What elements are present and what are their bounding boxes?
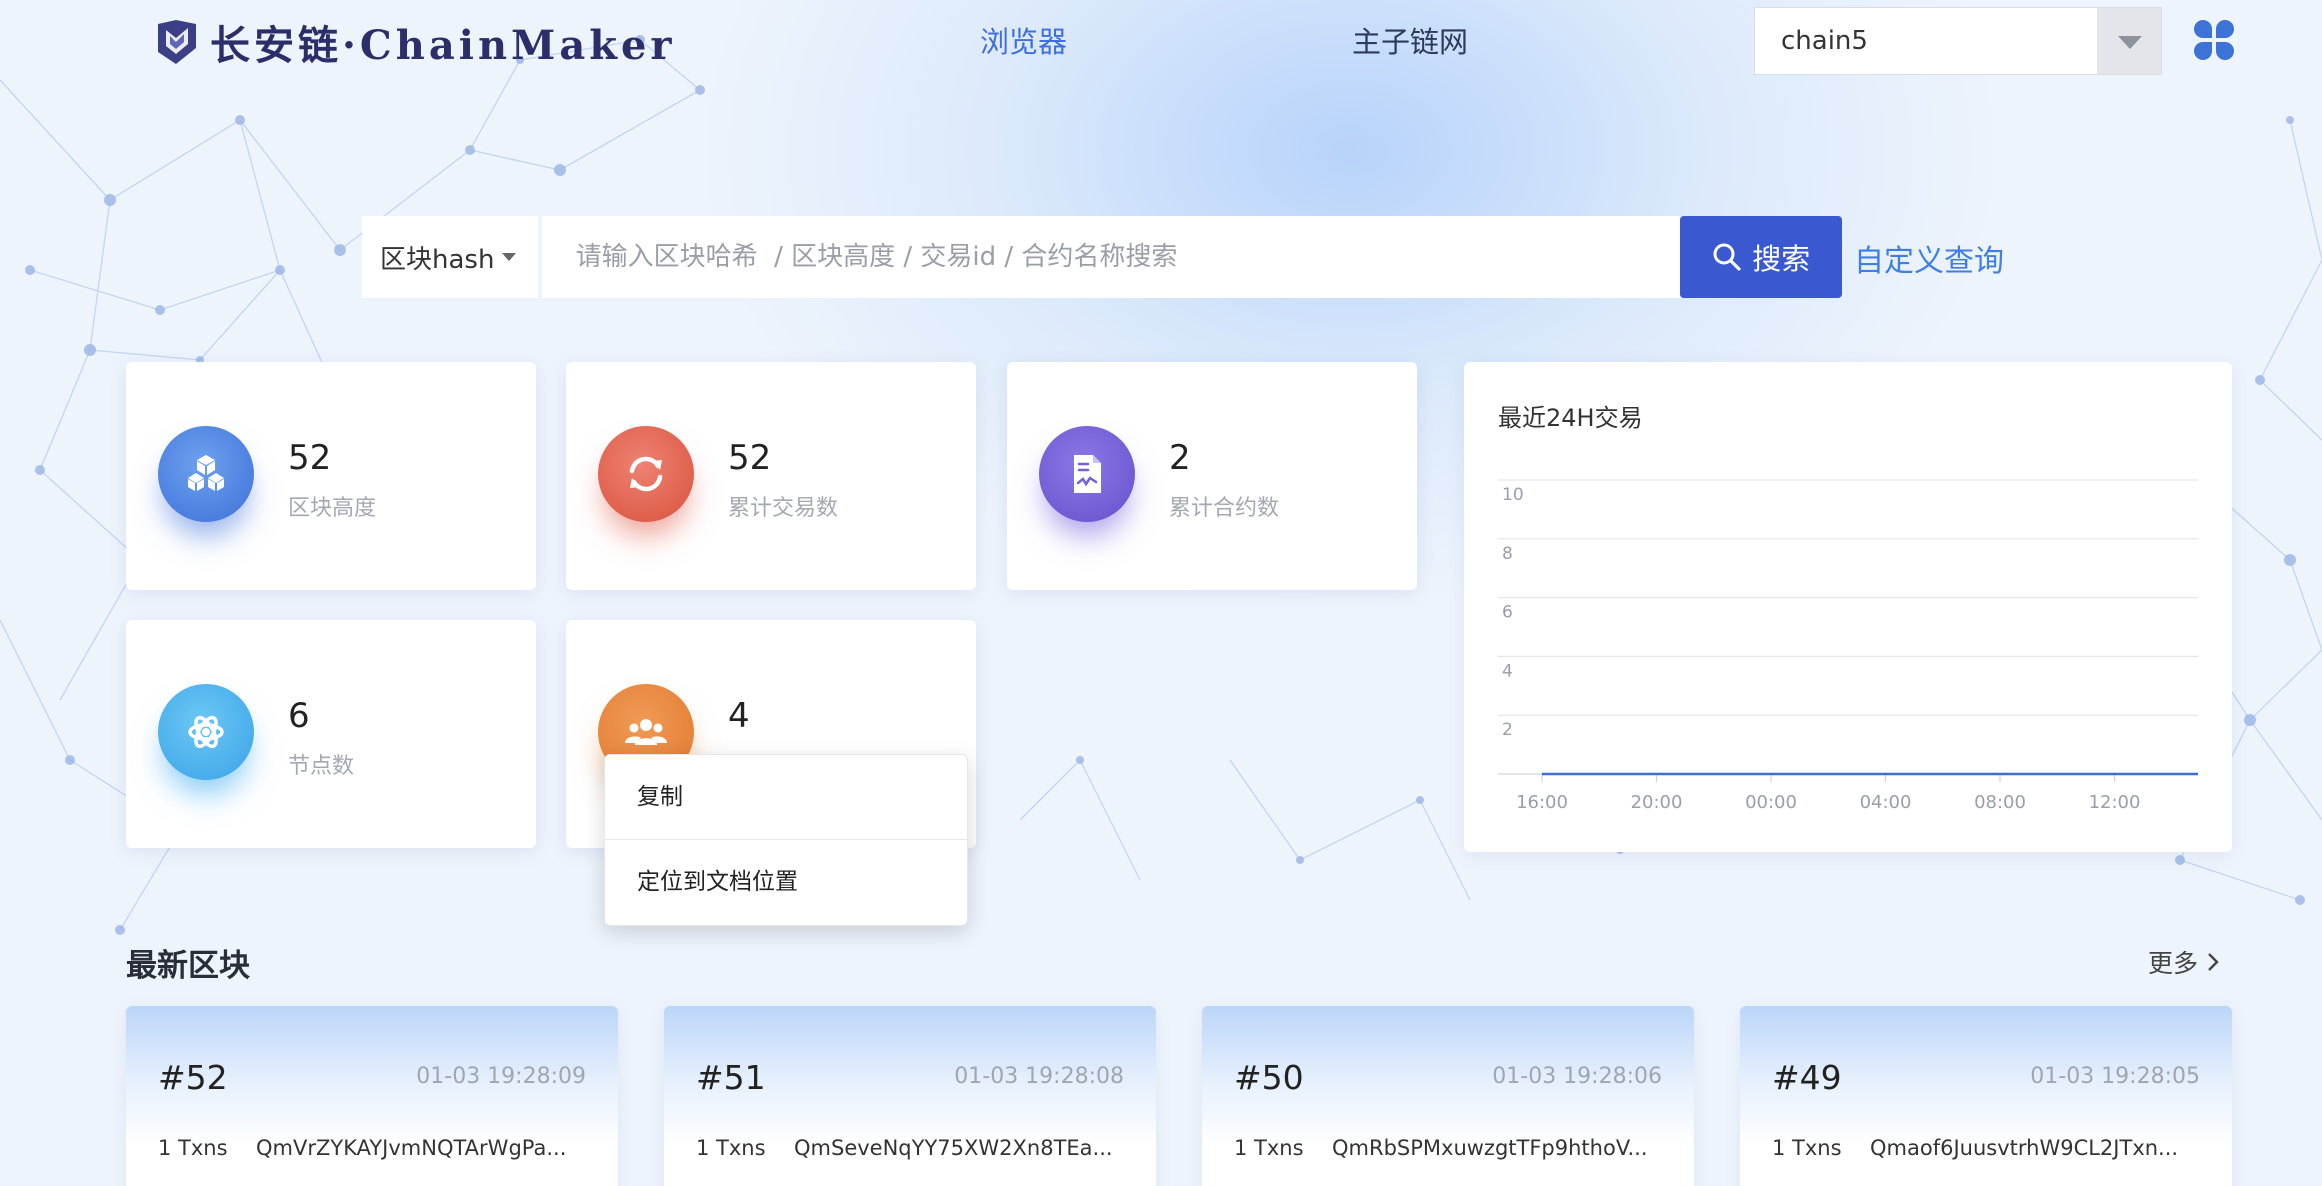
- block-time: 01-03 19:28:06: [1492, 1064, 1662, 1089]
- chevron-down-icon[interactable]: [2097, 8, 2161, 74]
- context-menu: 复制 定位到文档位置: [604, 754, 968, 926]
- chart-card-24h-transactions: 最近24H交易 2 4 6 8 10 16:00 20:00 00:00 04:00 08:00 1…: [1464, 362, 2232, 852]
- latest-blocks-title: 最新区块: [126, 948, 250, 984]
- block-card[interactable]: #50 01-03 19:28:06 1 Txns QmRbSPMxuwzgtT…: [1202, 1006, 1694, 1186]
- logo[interactable]: 长安链·ChainMaker: [154, 14, 675, 70]
- logo-text: 长安链·ChainMaker: [210, 22, 676, 69]
- more-link[interactable]: 更多: [2148, 944, 2222, 980]
- stat-value: 4: [728, 696, 750, 736]
- block-hash[interactable]: QmVrZYKAYJvmNQTArWgPa...: [256, 1136, 586, 1160]
- chain-select-value: chain5: [1781, 26, 1868, 56]
- document-icon: [1039, 426, 1135, 522]
- block-number: #50: [1234, 1058, 1304, 1097]
- search-button-label: 搜索: [1752, 242, 1811, 276]
- block-time: 01-03 19:28:08: [954, 1064, 1124, 1089]
- chart-y-tick-label: 2: [1502, 720, 1513, 740]
- stat-value: 6: [288, 696, 310, 736]
- chain-select[interactable]: chain5: [1754, 7, 2162, 75]
- chart-y-tick-label: 4: [1502, 661, 1513, 681]
- search-type-label: 区块hash: [380, 244, 495, 275]
- chart-x-tick-label: 04:00: [1860, 792, 1912, 813]
- block-card[interactable]: #52 01-03 19:28:09 1 Txns QmVrZYKAYJvmNQ…: [126, 1006, 618, 1186]
- stat-label: 节点数: [288, 754, 355, 779]
- block-number: #51: [696, 1058, 766, 1097]
- chainmaker-logo-icon: [158, 20, 196, 64]
- search-type-select[interactable]: 区块hash: [362, 216, 538, 298]
- block-card[interactable]: #51 01-03 19:28:08 1 Txns QmSeveNqYY75XW…: [664, 1006, 1156, 1186]
- block-txns: 1 Txns: [696, 1136, 766, 1160]
- block-txns: 1 Txns: [1234, 1136, 1304, 1160]
- chart-y-tick-label: 6: [1502, 603, 1513, 623]
- stat-card-total-transactions: 52 累计交易数: [566, 362, 976, 590]
- custom-query-link[interactable]: 自定义查询: [1854, 236, 2004, 280]
- stat-card-total-contracts: 2 累计合约数: [1007, 362, 1417, 590]
- stat-label: 累计交易数: [728, 496, 839, 521]
- block-time: 01-03 19:28:05: [2030, 1064, 2200, 1089]
- context-menu-copy[interactable]: 复制: [605, 755, 967, 839]
- stat-card-block-height: 52 区块高度: [126, 362, 536, 590]
- block-hash[interactable]: QmRbSPMxuwzgtTFp9hthoV...: [1332, 1136, 1662, 1160]
- gear-atom-icon: [158, 684, 254, 780]
- block-hash[interactable]: Qmaof6JuusvtrhW9CL2JTxn...: [1870, 1136, 2200, 1160]
- stat-label: 区块高度: [288, 496, 377, 521]
- chart-y-tick-label: 10: [1502, 485, 1524, 505]
- stat-value: 52: [288, 438, 332, 478]
- stat-label: 累计合约数: [1169, 496, 1280, 521]
- chart-y-tick-label: 8: [1502, 544, 1513, 564]
- grid-apps-icon[interactable]: [2192, 18, 2236, 62]
- search-bar: 区块hash 搜索: [362, 216, 1842, 298]
- block-number: #49: [1772, 1058, 1842, 1097]
- block-card[interactable]: #49 01-03 19:28:05 1 Txns Qmaof6Juusvtrh…: [1740, 1006, 2232, 1186]
- block-hash[interactable]: QmSeveNqYY75XW2Xn8TEa...: [794, 1136, 1124, 1160]
- block-txns: 1 Txns: [1772, 1136, 1842, 1160]
- nav-browser[interactable]: 浏览器: [980, 20, 1067, 64]
- chart-x-tick-label: 20:00: [1631, 792, 1683, 813]
- search-button[interactable]: 搜索: [1680, 216, 1842, 298]
- block-txns: 1 Txns: [158, 1136, 228, 1160]
- chart-x-tick-label: 16:00: [1516, 792, 1568, 813]
- nav-sub-chain-network[interactable]: 主子链网: [1352, 20, 1468, 64]
- caret-down-icon: [501, 253, 516, 261]
- block-number: #52: [158, 1058, 228, 1097]
- chart-x-tick-label: 12:00: [2089, 792, 2141, 813]
- stat-value: 52: [728, 438, 772, 478]
- more-link-label: 更多: [2148, 949, 2199, 978]
- stat-card-nodes: 6 节点数: [126, 620, 536, 848]
- chevron-right-icon: [2208, 953, 2219, 971]
- block-time: 01-03 19:28:09: [416, 1064, 586, 1089]
- chart-x-tick-label: 00:00: [1745, 792, 1797, 813]
- cubes-icon: [158, 426, 254, 522]
- stat-value: 2: [1169, 438, 1191, 478]
- chart-x-tick-label: 08:00: [1974, 792, 2026, 813]
- context-menu-locate-in-document[interactable]: 定位到文档位置: [605, 840, 967, 924]
- search-input[interactable]: [541, 216, 1681, 298]
- transactions-line-chart: 2 4 6 8 10 16:00 20:00 00:00 04:00 08:00 12:00: [1498, 479, 2198, 813]
- refresh-icon: [598, 426, 694, 522]
- search-icon: [1713, 243, 1741, 271]
